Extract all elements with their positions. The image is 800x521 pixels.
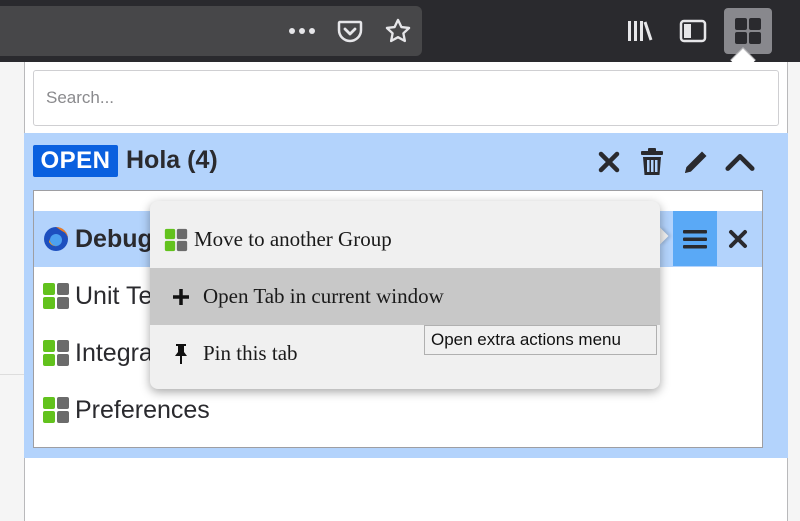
menu-item-label: Open Tab in current window xyxy=(203,284,444,308)
star-icon[interactable] xyxy=(382,16,414,46)
menu-item-move-to-group[interactable]: Move to another Group xyxy=(150,211,660,268)
pocket-icon[interactable] xyxy=(335,17,365,45)
library-icon[interactable] xyxy=(624,17,656,45)
hamburger-icon xyxy=(683,229,707,248)
trash-icon[interactable] xyxy=(637,146,667,178)
panorama-tab-groups-icon xyxy=(735,18,761,44)
collapse-chevron-icon[interactable] xyxy=(725,146,755,178)
plus-icon xyxy=(173,288,189,305)
tab-groups-icon xyxy=(43,340,69,366)
tab-groups-icon xyxy=(43,283,69,309)
group-title: Hola (4) xyxy=(126,146,218,174)
menu-item-label: Move to another Group xyxy=(194,227,392,251)
sidebar-icon[interactable] xyxy=(677,17,709,45)
close-tab-icon[interactable] xyxy=(724,225,752,253)
page-divider xyxy=(0,374,24,375)
search-input[interactable] xyxy=(33,70,779,126)
tab-groups-icon xyxy=(43,397,69,423)
firefox-icon xyxy=(44,227,68,251)
tab-groups-icon xyxy=(164,228,188,251)
menu-item-label: Pin this tab xyxy=(203,341,298,365)
tab-label: Preferences xyxy=(75,395,210,424)
page-background-right xyxy=(788,62,800,521)
more-icon[interactable] xyxy=(286,20,318,42)
page-background xyxy=(0,62,24,521)
extra-actions-menu-button[interactable] xyxy=(673,211,717,266)
panorama-tab-groups-button[interactable] xyxy=(724,8,772,54)
open-badge: OPEN xyxy=(33,145,118,177)
tab-item-preferences[interactable]: Preferences xyxy=(34,382,762,438)
pin-icon xyxy=(175,343,187,364)
tooltip: Open extra actions menu xyxy=(424,325,657,355)
pencil-icon[interactable] xyxy=(681,146,711,178)
close-icon[interactable] xyxy=(594,146,624,178)
context-menu: Move to another Group Open Tab in curren… xyxy=(150,201,660,389)
menu-item-open-tab[interactable]: Open Tab in current window xyxy=(150,268,660,325)
